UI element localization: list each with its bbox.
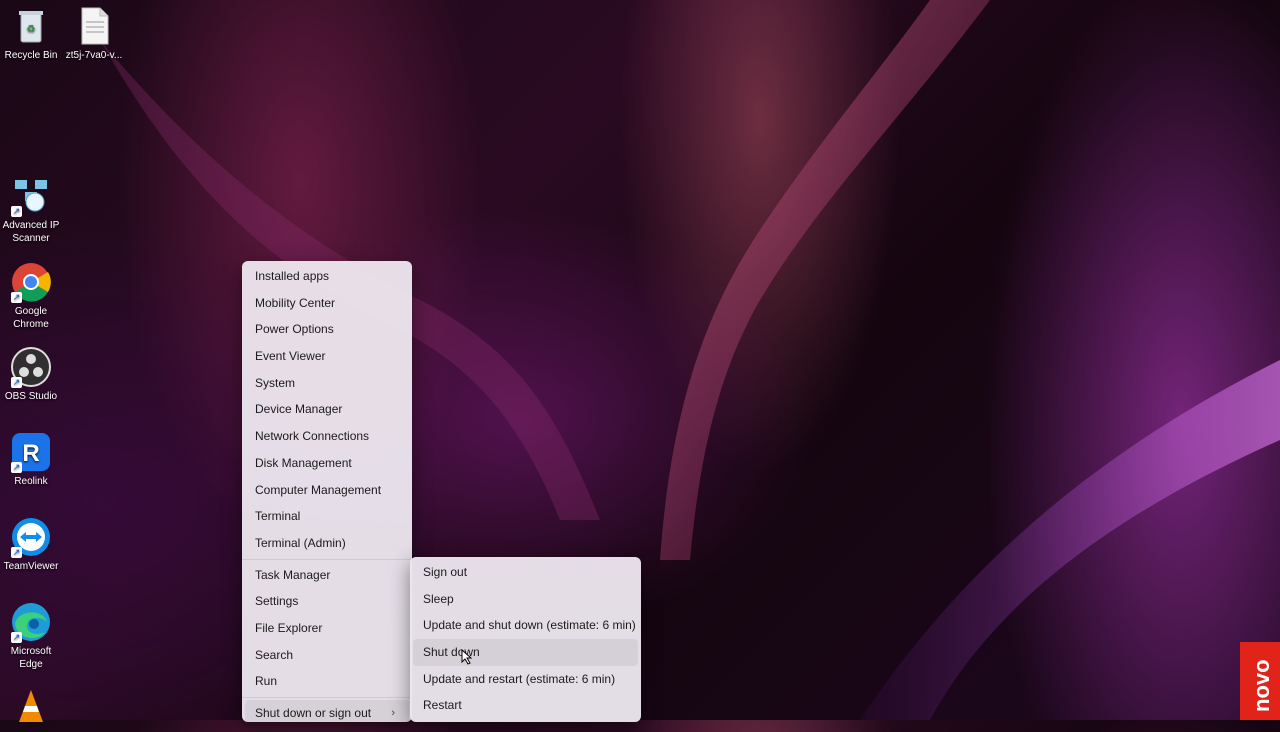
svg-text:♻: ♻ bbox=[27, 24, 36, 35]
menu-item-task-manager[interactable]: Task Manager bbox=[242, 562, 412, 589]
teamviewer-icon: ↗ bbox=[11, 517, 51, 558]
shortcut-arrow-icon: ↗ bbox=[11, 632, 22, 643]
submenu-item-update-and-shut-down[interactable]: Update and shut down (estimate: 6 min) bbox=[410, 612, 641, 639]
desktop-icon-vlc[interactable] bbox=[0, 688, 62, 731]
svg-text:R: R bbox=[22, 440, 39, 467]
vlc-icon bbox=[11, 688, 51, 728]
lenovo-watermark: novo bbox=[1240, 642, 1280, 720]
chrome-icon: ↗ bbox=[11, 262, 51, 303]
reolink-icon: R ↗ bbox=[11, 432, 51, 473]
desktop-icon-teamviewer[interactable]: ↗ TeamViewer bbox=[0, 517, 62, 573]
shortcut-arrow-icon: ↗ bbox=[11, 206, 22, 217]
desktop-icon-label: Advanced IP Scanner bbox=[2, 220, 60, 244]
desktop-icon-label: OBS Studio bbox=[4, 391, 58, 402]
desktop-icon-google-chrome[interactable]: ↗ Google Chrome bbox=[0, 262, 62, 331]
menu-item-run[interactable]: Run bbox=[242, 668, 412, 695]
menu-item-file-explorer[interactable]: File Explorer bbox=[242, 615, 412, 642]
submenu-item-sleep[interactable]: Sleep bbox=[410, 586, 641, 613]
desktop-icon-label: Google Chrome bbox=[13, 306, 49, 330]
network-scanner-icon: ↗ bbox=[11, 176, 51, 217]
desktop-icon-text-file[interactable]: zt5j-7va0-v... bbox=[63, 6, 125, 62]
text-file-icon bbox=[74, 6, 114, 46]
desktop-icon-label: Microsoft Edge bbox=[10, 646, 52, 670]
watermark-text: novo bbox=[1249, 659, 1274, 712]
desktop-icon-advanced-ip-scanner[interactable]: ↗ Advanced IP Scanner bbox=[0, 176, 62, 245]
shutdown-submenu: Sign out Sleep Update and shut down (est… bbox=[410, 557, 641, 722]
menu-item-network-connections[interactable]: Network Connections bbox=[242, 423, 412, 450]
menu-item-disk-management[interactable]: Disk Management bbox=[242, 450, 412, 477]
shortcut-arrow-icon: ↗ bbox=[11, 292, 22, 303]
menu-item-computer-management[interactable]: Computer Management bbox=[242, 477, 412, 504]
desktop-icon-label: TeamViewer bbox=[3, 561, 59, 572]
desktop-icon-label: Reolink bbox=[14, 476, 48, 487]
chevron-right-icon: › bbox=[391, 707, 395, 719]
menu-item-label: Shut down or sign out bbox=[255, 706, 372, 720]
desktop-icon-obs-studio[interactable]: ↗ OBS Studio bbox=[0, 347, 62, 403]
desktop-icon-microsoft-edge[interactable]: ↗ Microsoft Edge bbox=[0, 602, 62, 671]
menu-item-mobility-center[interactable]: Mobility Center bbox=[242, 290, 412, 317]
desktop-icon-reolink[interactable]: R ↗ Reolink bbox=[0, 432, 62, 488]
submenu-item-update-and-restart[interactable]: Update and restart (estimate: 6 min) bbox=[410, 666, 641, 693]
obs-icon: ↗ bbox=[11, 347, 51, 388]
desktop-icon-recycle-bin[interactable]: ♻ Recycle Bin bbox=[0, 6, 62, 62]
submenu-item-sign-out[interactable]: Sign out bbox=[410, 559, 641, 586]
shortcut-arrow-icon: ↗ bbox=[11, 547, 22, 558]
menu-separator bbox=[242, 697, 412, 698]
menu-item-settings[interactable]: Settings bbox=[242, 588, 412, 615]
menu-item-power-options[interactable]: Power Options bbox=[242, 316, 412, 343]
menu-item-installed-apps[interactable]: Installed apps bbox=[242, 263, 412, 290]
menu-item-terminal-admin[interactable]: Terminal (Admin) bbox=[242, 530, 412, 557]
shortcut-arrow-icon: ↗ bbox=[11, 462, 22, 473]
menu-item-event-viewer[interactable]: Event Viewer bbox=[242, 343, 412, 370]
menu-item-terminal[interactable]: Terminal bbox=[242, 503, 412, 530]
edge-icon: ↗ bbox=[11, 602, 51, 643]
quick-link-menu: Installed apps Mobility Center Power Opt… bbox=[242, 261, 412, 727]
desktop-icon-label: zt5j-7va0-v... bbox=[65, 50, 123, 61]
shortcut-arrow-icon: ↗ bbox=[11, 377, 22, 388]
menu-item-system[interactable]: System bbox=[242, 370, 412, 397]
submenu-item-restart[interactable]: Restart bbox=[410, 692, 641, 719]
menu-item-shut-down-or-sign-out[interactable]: Shut down or sign out › bbox=[245, 700, 409, 727]
menu-separator bbox=[242, 558, 412, 560]
mouse-cursor-icon bbox=[461, 649, 473, 665]
desktop-icon-label: Recycle Bin bbox=[4, 50, 58, 61]
menu-item-device-manager[interactable]: Device Manager bbox=[242, 396, 412, 423]
menu-item-search[interactable]: Search bbox=[242, 642, 412, 669]
submenu-item-shut-down[interactable]: Shut down bbox=[413, 639, 638, 666]
recycle-bin-icon: ♻ bbox=[11, 6, 51, 46]
